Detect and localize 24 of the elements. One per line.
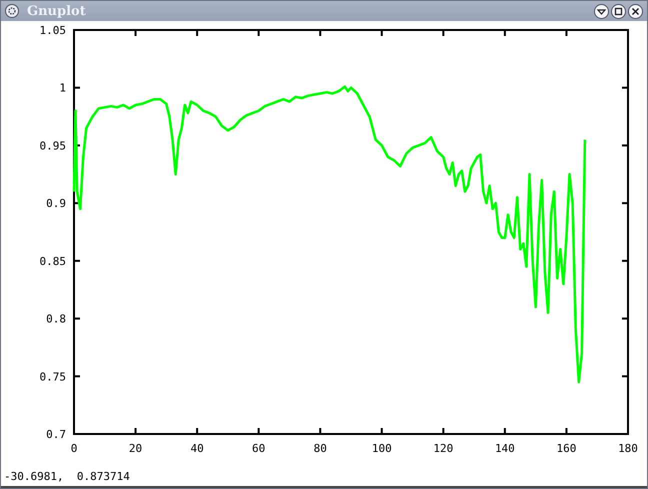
x-tick-label: 40 <box>190 442 204 455</box>
x-tick-label: 120 <box>433 442 454 455</box>
cursor-coordinates: -30.6981, 0.873714 <box>4 470 130 483</box>
y-tick-label: 0.7 <box>46 428 66 441</box>
x-tick-label: 80 <box>314 442 327 455</box>
window-title: Gnuplot <box>27 4 86 18</box>
x-tick-label: 140 <box>494 442 515 455</box>
y-tick-label: 1.05 <box>40 24 66 37</box>
y-tick-label: 0.75 <box>40 370 66 384</box>
x-tick-label: 180 <box>618 442 638 455</box>
x-tick-label: 160 <box>556 442 576 455</box>
minimize-button[interactable] <box>594 4 609 18</box>
y-tick-label: 0.8 <box>46 312 66 326</box>
maximize-button[interactable] <box>611 4 626 18</box>
y-tick-label: 0.85 <box>40 254 66 268</box>
y-tick-label: 0.95 <box>40 139 66 152</box>
y-tick-label: 0.9 <box>46 197 66 210</box>
x-tick-label: 0 <box>70 442 78 455</box>
close-button[interactable] <box>628 4 643 18</box>
y-tick-label: 1 <box>59 82 66 95</box>
x-tick-label: 60 <box>252 442 266 455</box>
app-icon[interactable] <box>5 4 19 18</box>
x-tick-label: 20 <box>128 442 142 455</box>
x-tick-label: 100 <box>372 442 392 455</box>
